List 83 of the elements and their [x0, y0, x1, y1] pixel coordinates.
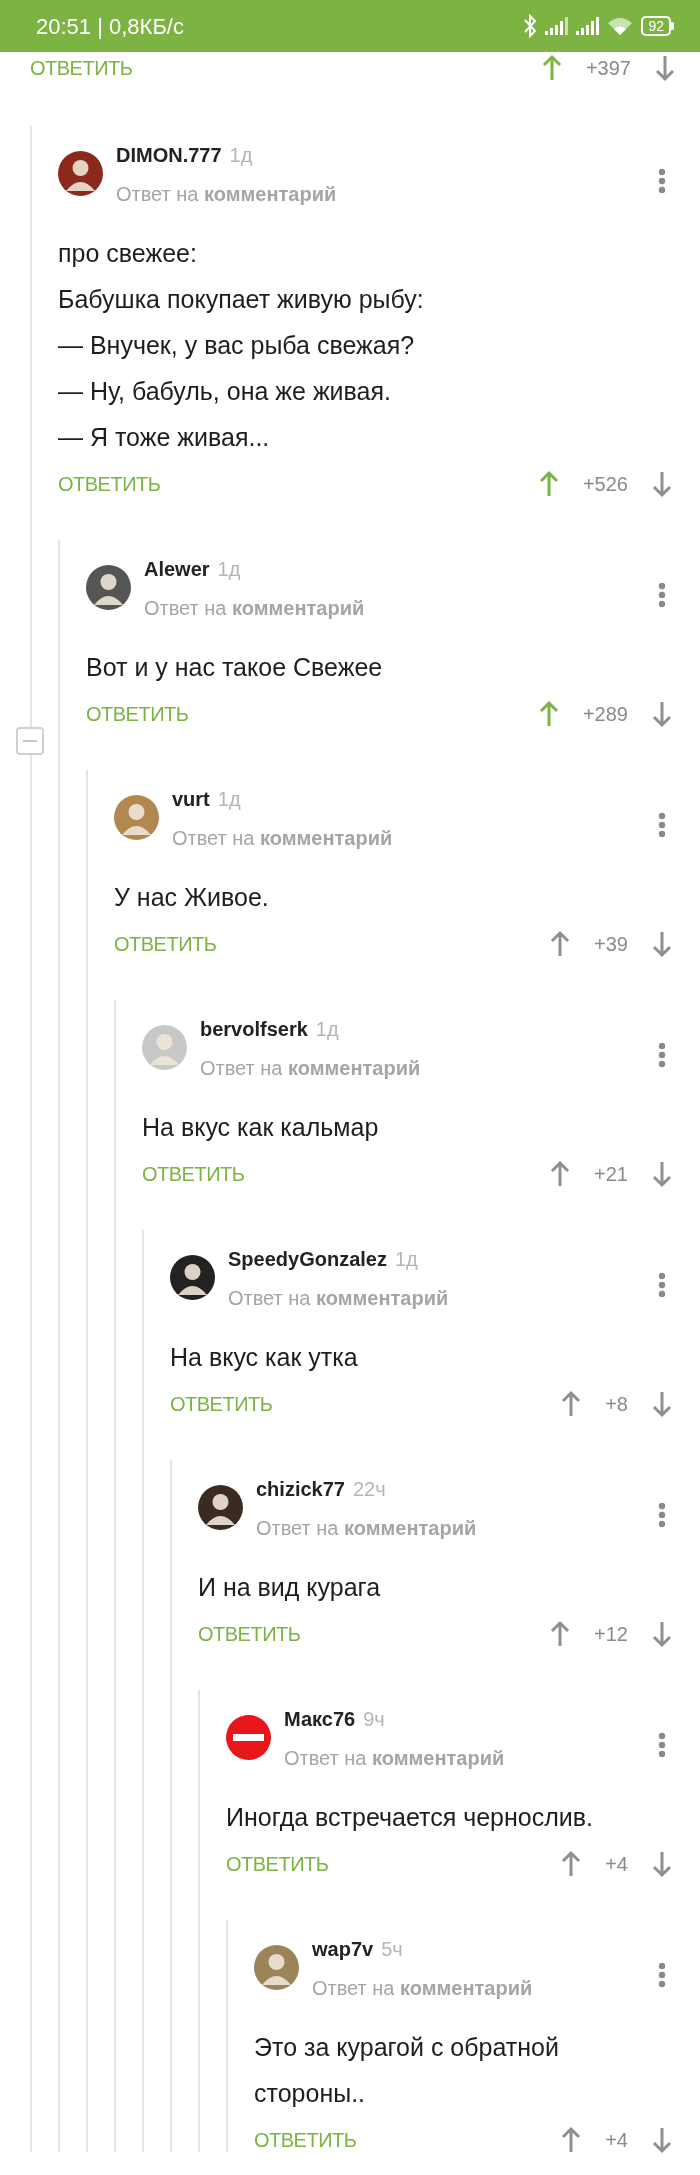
reply-to-text: Ответ на комментарий: [200, 1056, 422, 1081]
comment-text: Вот и у нас такое Свежее: [86, 652, 384, 683]
upvote-arrow-icon[interactable]: [550, 1620, 571, 1648]
downvote-arrow-icon[interactable]: [652, 930, 672, 958]
reply-to-text: Ответ на комментарий: [256, 1516, 478, 1541]
reply-to-text: Ответ на комментарий: [172, 826, 394, 851]
comment-text: И на вид курага: [198, 1572, 382, 1603]
downvote-arrow-icon[interactable]: [652, 470, 672, 498]
reply-button[interactable]: ОТВЕТИТЬ: [170, 1392, 273, 1416]
more-options-icon[interactable]: [658, 1502, 666, 1528]
downvote-arrow-icon[interactable]: [652, 700, 672, 728]
more-options-icon[interactable]: [658, 812, 666, 838]
vote-score: +4: [605, 1852, 628, 1876]
downvote-arrow-icon[interactable]: [652, 2126, 672, 2154]
username-link[interactable]: Макс76: [284, 1706, 356, 1732]
comment-text: На вкус как кальмар: [142, 1112, 380, 1143]
vote-score: +289: [582, 702, 628, 726]
comment-text: про свежее: Бабушка покупает живую рыбу: — Внучек, у вас рыба свежая? — Ну, бабуль, она же живая. — Я тоже живая...: [58, 238, 425, 453]
reply-button[interactable]: ОТВЕТИТЬ: [30, 56, 133, 80]
comment-time: 22ч: [352, 1477, 386, 1502]
comment-time: 5ч: [381, 1937, 403, 1962]
comment-text: На вкус как утка: [170, 1342, 359, 1373]
vote-score: +397: [585, 56, 631, 80]
vote-score: +8: [605, 1392, 628, 1416]
reply-button[interactable]: ОТВЕТИТЬ: [86, 702, 189, 726]
downvote-arrow-icon[interactable]: [652, 1390, 672, 1418]
username-link[interactable]: Alewer: [144, 556, 210, 582]
comment-time: 1д: [315, 1017, 339, 1042]
comment-time: 1д: [217, 787, 241, 812]
upvote-arrow-icon[interactable]: [561, 1850, 582, 1878]
vote-score: +12: [594, 1622, 628, 1646]
status-time: 20:51 | 0,8КБ/с: [36, 12, 184, 41]
vote-score: +526: [582, 472, 628, 496]
comment-time: 1д: [217, 557, 241, 582]
more-options-icon[interactable]: [658, 1042, 666, 1068]
upvote-arrow-icon[interactable]: [538, 700, 559, 728]
username-link[interactable]: SpeedyGonzalez: [228, 1246, 387, 1272]
upvote-arrow-icon[interactable]: [550, 930, 571, 958]
username-link[interactable]: chizick77: [256, 1476, 345, 1502]
upvote-arrow-icon[interactable]: [550, 1160, 571, 1188]
wifi-icon: [607, 16, 634, 36]
reply-button[interactable]: ОТВЕТИТЬ: [142, 1162, 245, 1186]
comment-text: Иногда встречается чернослив.: [226, 1802, 595, 1833]
more-options-icon[interactable]: [658, 582, 666, 608]
username-link[interactable]: wap7v: [312, 1936, 374, 1962]
comment-text: Это за курагой с обратной стороны..: [254, 2032, 560, 2109]
reply-button[interactable]: ОТВЕТИТЬ: [226, 1852, 329, 1876]
downvote-arrow-icon[interactable]: [652, 1160, 672, 1188]
signal-icon: [545, 17, 569, 35]
downvote-arrow-icon[interactable]: [652, 1850, 672, 1878]
reply-button[interactable]: ОТВЕТИТЬ: [114, 932, 217, 956]
username-link[interactable]: vurt: [172, 786, 210, 812]
bluetooth-icon: [523, 14, 538, 38]
upvote-arrow-icon[interactable]: [561, 2126, 582, 2154]
comment-text: У нас Живое.: [114, 882, 270, 913]
reply-to-text: Ответ на комментарий: [228, 1286, 450, 1311]
vote-score: +4: [605, 2128, 628, 2152]
vote-score: +21: [594, 1162, 628, 1186]
reply-to-text: Ответ на комментарий: [116, 182, 338, 207]
reply-button[interactable]: ОТВЕТИТЬ: [58, 472, 161, 496]
vote-score: +39: [594, 932, 628, 956]
reply-to-text: Ответ на комментарий: [144, 596, 366, 621]
username-link[interactable]: DIMON.777: [116, 142, 222, 168]
comment-time: 1д: [394, 1247, 418, 1272]
upvote-arrow-icon[interactable]: [541, 54, 562, 82]
username-link[interactable]: bervolfserk: [200, 1016, 308, 1042]
more-options-icon[interactable]: [658, 168, 666, 194]
reply-to-text: Ответ на комментарий: [284, 1746, 506, 1771]
comment-time: 1д: [229, 143, 253, 168]
reply-button[interactable]: ОТВЕТИТЬ: [198, 1622, 301, 1646]
downvote-arrow-icon[interactable]: [652, 1620, 672, 1648]
comment-time: 9ч: [363, 1707, 385, 1732]
upvote-arrow-icon[interactable]: [538, 470, 559, 498]
more-options-icon[interactable]: [658, 1272, 666, 1298]
battery-indicator: 92: [641, 16, 671, 36]
upvote-arrow-icon[interactable]: [561, 1390, 582, 1418]
more-options-icon[interactable]: [658, 1732, 666, 1758]
downvote-arrow-icon[interactable]: [655, 54, 675, 82]
reply-button[interactable]: ОТВЕТИТЬ: [254, 2128, 357, 2152]
reply-to-text: Ответ на комментарий: [312, 1976, 534, 2001]
collapse-button[interactable]: [16, 727, 44, 755]
signal-icon: [576, 17, 600, 35]
more-options-icon[interactable]: [658, 1962, 666, 1988]
